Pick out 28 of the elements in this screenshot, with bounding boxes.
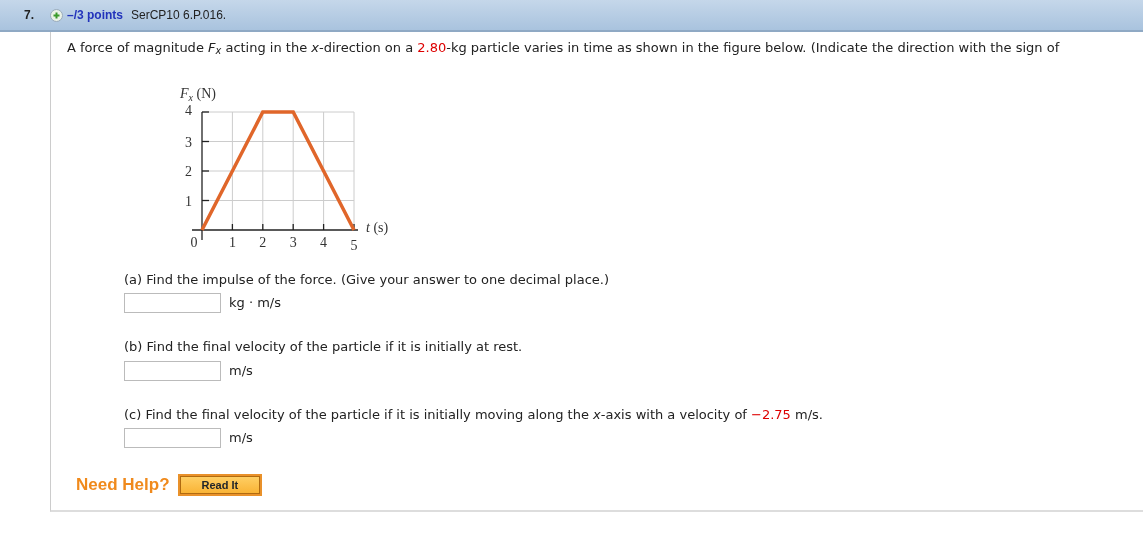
- question-text: (c) Find the final velocity of the particle if it is initially moving along the x-axis with a velocity of −2.75 m/s.: [124, 405, 824, 424]
- answer-field[interactable]: [124, 293, 221, 313]
- y-tick-label: 2: [185, 163, 192, 179]
- y-tick-label: 1: [185, 193, 192, 208]
- points-link[interactable]: –/3 points: [67, 6, 123, 24]
- x-tick-label: 3: [289, 234, 297, 250]
- x-tick-label: 2: [259, 234, 267, 250]
- unit-label: m/s: [229, 429, 253, 448]
- x-tick-label: 1: [228, 234, 236, 250]
- unit-label: kg · m/s: [229, 294, 281, 313]
- unit-label: m/s: [229, 361, 253, 380]
- x-axis-label: t (s): [366, 219, 389, 235]
- x-tick-label: 5: [350, 237, 358, 253]
- answer-field[interactable]: [124, 360, 221, 381]
- question-text: (a) Find the impulse of the force. (Give your answer to one decimal place.): [124, 270, 610, 289]
- x-tick-label: 0: [190, 234, 198, 250]
- plus-icon[interactable]: [50, 8, 63, 22]
- y-axis-label: F$_{x}$ (N): [180, 85, 216, 103]
- y-tick-label: 3: [185, 134, 192, 149]
- question-number: 7.: [23, 7, 35, 24]
- question-source: SerCP10 6.P.016.: [131, 7, 227, 24]
- read-it-button[interactable]: Read It: [177, 473, 263, 496]
- help-label: Need Help?: [76, 474, 170, 496]
- x-tick-label: 4: [320, 234, 328, 250]
- question-text: (b) Find the final velocity of the particle if it is initially at rest.: [124, 338, 524, 356]
- y-tick-label: 4: [185, 102, 192, 118]
- question-text: A force of magnitude F$_{x}$ acting in the x-direction on a 2.80-kg particle varies in time as shown in the figure below. (Indicate the direction with the sign of: [67, 39, 1061, 58]
- answer-field[interactable]: [124, 428, 221, 448]
